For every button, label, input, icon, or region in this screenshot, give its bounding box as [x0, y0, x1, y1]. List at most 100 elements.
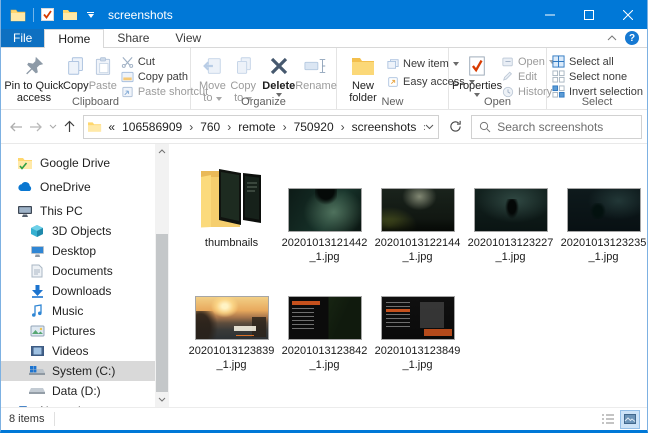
file-item-20201013123842[interactable]: 20201013123842 _1.jpg	[278, 297, 371, 372]
sidebar-item-data-d[interactable]: Data (D:)	[1, 381, 155, 401]
file-item-20201013123227[interactable]: 20201013123227 _1.jpg	[464, 159, 557, 264]
file-name-line2: _1.jpg	[588, 251, 619, 263]
file-list: thumbnails 20201013121442 _1.jpg 20201013…	[169, 144, 647, 407]
sidebar-item-label: System (C:)	[52, 364, 116, 378]
image-thumbnail	[288, 297, 361, 339]
delete-button[interactable]: Delete	[262, 50, 296, 97]
file-item-20201013123849[interactable]: 20201013123849 _1.jpg	[371, 297, 464, 372]
select-none-button[interactable]: Select none	[552, 70, 643, 83]
open-label: Open	[518, 55, 545, 68]
downloads-icon	[29, 283, 45, 299]
breadcrumb-item[interactable]: 106586909	[122, 120, 182, 134]
group-label-open: Open	[484, 96, 511, 108]
image-thumbnail	[567, 189, 640, 231]
sidebar-item-downloads[interactable]: Downloads	[1, 281, 155, 301]
status-divider	[54, 412, 56, 426]
sidebar-item-videos[interactable]: Videos	[1, 341, 155, 361]
file-name-line2: _1.jpg	[309, 359, 340, 371]
search-input[interactable]	[497, 119, 635, 134]
explorer-window: screenshots File Home Share View ? Pin t…	[0, 0, 648, 433]
rename-icon	[304, 52, 328, 80]
sidebar-scrollbar[interactable]	[155, 144, 169, 407]
recent-locations-button[interactable]	[46, 115, 60, 139]
breadcrumb-item[interactable]: 750920	[294, 120, 334, 134]
file-item-20201013123839[interactable]: 20201013123839 _1.jpg	[185, 297, 278, 372]
select-none-label: Select none	[569, 70, 628, 83]
file-name-line2: _1.jpg	[309, 251, 340, 263]
ribbon-group-open: Properties Open Edit History Open	[449, 48, 555, 109]
details-view-button[interactable]	[599, 411, 617, 428]
titlebar: screenshots	[1, 0, 647, 29]
copy-to-icon	[232, 52, 254, 80]
breadcrumb-item[interactable]: remote	[238, 120, 275, 134]
sidebar-item-pictures[interactable]: Pictures	[1, 321, 155, 341]
image-thumbnail	[381, 297, 454, 339]
scrollbar-thumb[interactable]	[156, 234, 168, 392]
file-name-line1: 20201013123839	[188, 345, 275, 357]
scroll-up-icon[interactable]	[155, 144, 169, 159]
qat-properties-icon[interactable]	[41, 8, 54, 21]
address-bar[interactable]: « 106586909 › 760 › remote › 750920 › screen…	[83, 114, 440, 139]
file-item-20201013121442[interactable]: 20201013121442 _1.jpg	[278, 159, 371, 264]
sidebar-item-music[interactable]: Music	[1, 301, 155, 321]
sidebar-item-documents[interactable]: Documents	[1, 261, 155, 281]
large-icons-view-button[interactable]	[620, 409, 640, 429]
items-count: 8 items	[9, 413, 45, 425]
collapse-ribbon-icon[interactable]	[607, 35, 617, 41]
file-name-line2: _1.jpg	[495, 251, 526, 263]
breadcrumb-item[interactable]: 760	[200, 120, 220, 134]
search-icon	[479, 121, 491, 133]
paste-button[interactable]: Paste	[89, 50, 117, 92]
this-pc-icon	[17, 203, 33, 219]
image-thumbnail	[288, 189, 361, 231]
file-item-thumbnails[interactable]: thumbnails	[185, 159, 278, 264]
qat-new-folder-icon[interactable]	[63, 9, 78, 21]
sidebar-item-this-pc[interactable]: This PC	[1, 201, 155, 221]
file-name-line1: 20201013121442	[281, 237, 368, 249]
sidebar-item-system-c[interactable]: System (C:)	[1, 361, 155, 381]
breadcrumb-overflow[interactable]: «	[108, 120, 115, 134]
address-dropdown-icon[interactable]	[425, 124, 434, 130]
image-thumbnail	[474, 189, 547, 231]
copy-button[interactable]: Copy	[63, 50, 89, 92]
file-name-line1: 20201013123842	[281, 345, 368, 357]
select-all-button[interactable]: Select all	[552, 55, 643, 68]
sidebar-item-google-drive[interactable]: Google Drive	[1, 153, 155, 173]
breadcrumb-separator: ›	[282, 119, 287, 134]
sidebar-item-label: Videos	[52, 344, 89, 358]
sidebar-item-3d-objects[interactable]: 3D Objects	[1, 221, 155, 241]
qat-customize-icon[interactable]	[87, 11, 94, 18]
close-button[interactable]	[608, 0, 647, 29]
tab-file[interactable]: File	[1, 29, 45, 47]
3d-objects-icon	[29, 223, 45, 239]
maximize-button[interactable]	[569, 0, 608, 29]
sidebar-item-label: Pictures	[52, 324, 96, 338]
breadcrumb-item[interactable]: screenshots	[352, 120, 417, 134]
sidebar-item-label: Data (D:)	[52, 384, 101, 398]
properties-button[interactable]: Properties	[452, 50, 502, 97]
file-item-20201013123235[interactable]: 20201013123235 _1.jpg	[557, 159, 647, 264]
paste-icon	[93, 52, 113, 80]
data-drive-icon	[29, 383, 45, 399]
tab-share[interactable]: Share	[104, 29, 162, 47]
sidebar-item-desktop[interactable]: Desktop	[1, 241, 155, 261]
up-button[interactable]	[60, 115, 80, 139]
minimize-button[interactable]	[530, 0, 569, 29]
forward-button[interactable]	[26, 115, 46, 139]
cut-label: Cut	[137, 55, 155, 68]
sidebar-item-onedrive[interactable]: OneDrive	[1, 177, 155, 197]
help-icon[interactable]: ?	[625, 31, 639, 45]
refresh-button[interactable]	[444, 115, 466, 139]
google-drive-icon	[17, 155, 33, 171]
back-button[interactable]	[6, 115, 26, 139]
tab-home[interactable]: Home	[44, 29, 105, 48]
file-item-20201013122144[interactable]: 20201013122144 _1.jpg	[371, 159, 464, 264]
sidebar-item-label: Desktop	[52, 244, 97, 258]
scroll-down-icon[interactable]	[155, 392, 169, 407]
sidebar-item-label: Documents	[52, 264, 113, 278]
rename-button[interactable]: Rename	[295, 50, 337, 92]
new-folder-icon	[351, 52, 375, 80]
select-all-label: Select all	[569, 55, 614, 68]
ribbon-group-clipboard: Pin to Quick access Copy Paste Cut Copy …	[1, 48, 208, 109]
tab-view[interactable]: View	[162, 29, 214, 47]
